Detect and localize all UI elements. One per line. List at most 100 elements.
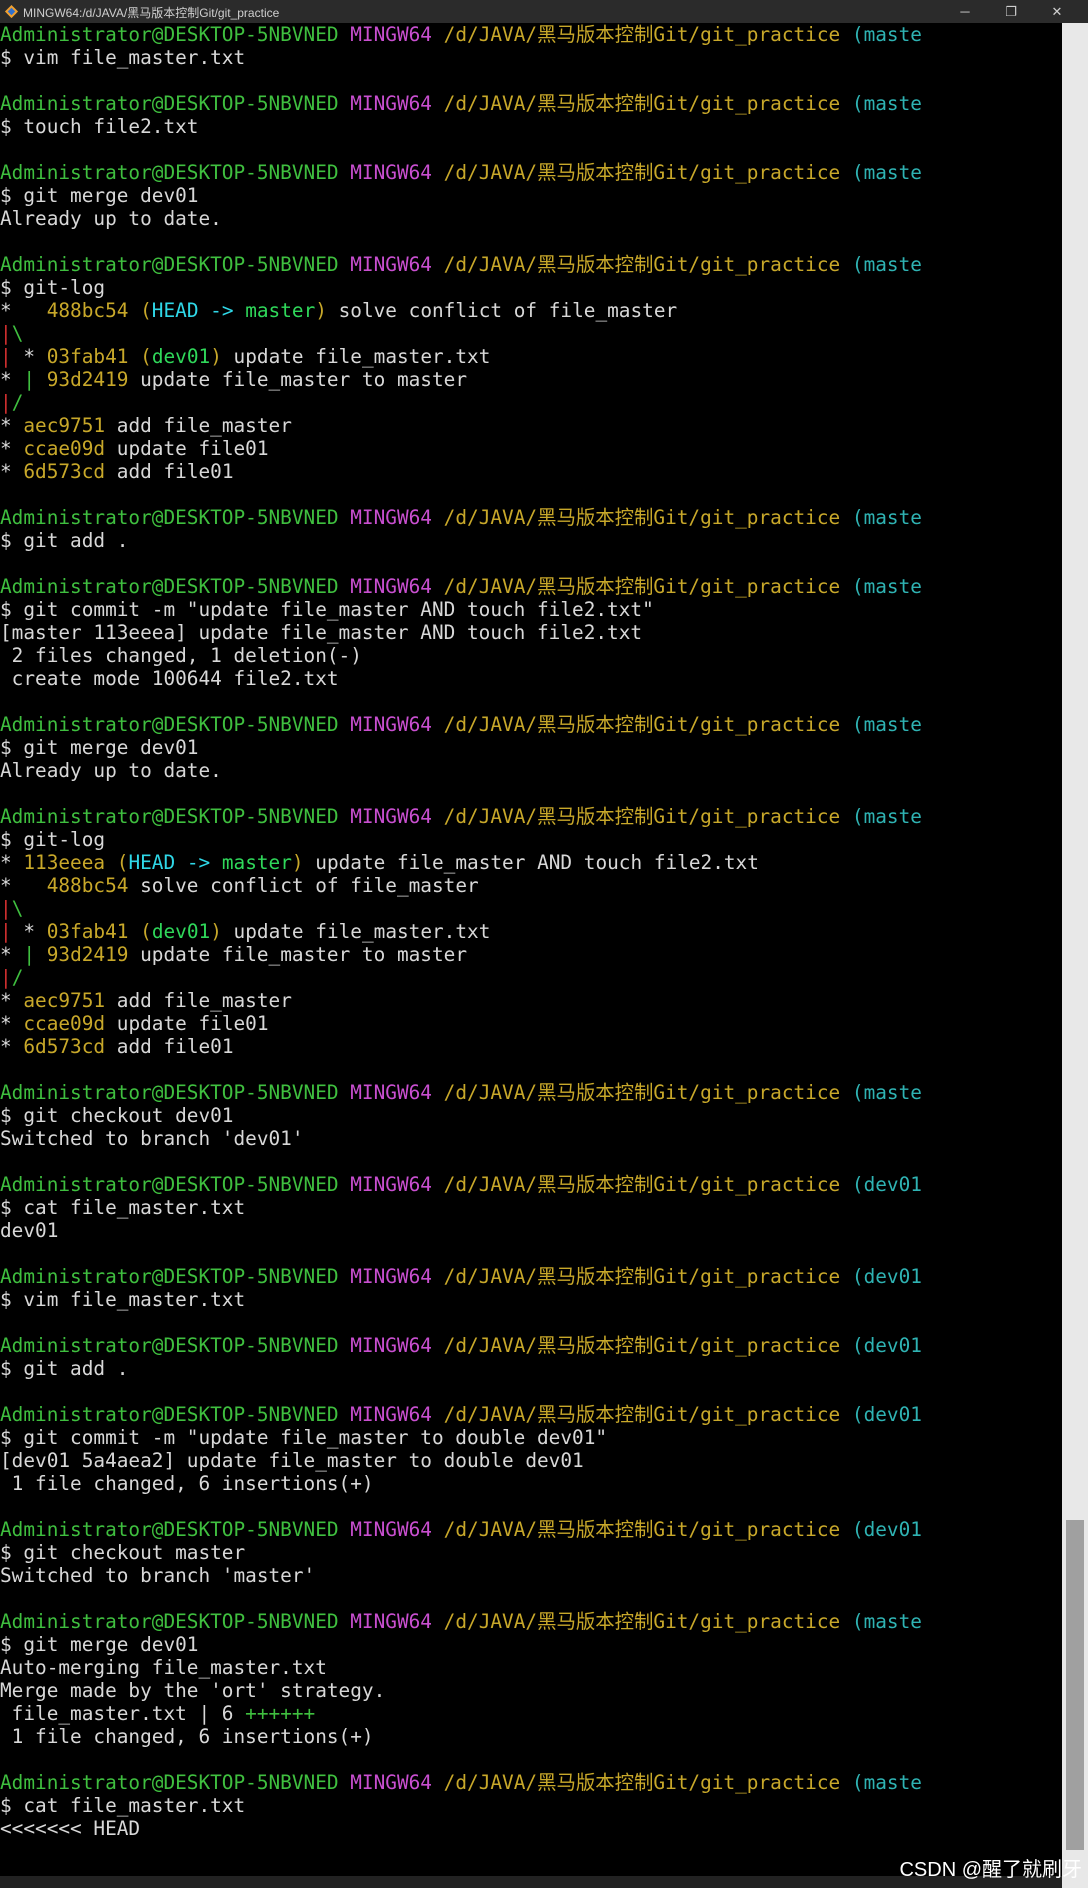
log-line: * aec9751 add file_master xyxy=(0,989,1062,1012)
ref-paren: ) xyxy=(291,851,304,874)
scrollbar-thumb[interactable] xyxy=(1066,1520,1084,1850)
prompt-branch: (maste xyxy=(851,805,922,828)
prompt-line: Administrator@DESKTOP-5NBVNED MINGW64 /d… xyxy=(0,506,1062,529)
prompt-env: MINGW64 xyxy=(350,92,432,115)
prompt-branch: (maste xyxy=(851,161,922,184)
output-line: [master 113eeea] update file_master AND … xyxy=(0,621,643,644)
commit-hash: 93d2419 xyxy=(46,943,129,966)
log-line: * 488bc54 solve conflict of file_master xyxy=(0,874,1062,897)
prompt-line: Administrator@DESKTOP-5NBVNED MINGW64 /d… xyxy=(0,92,1062,115)
commit-message: update file_master.txt xyxy=(221,920,491,943)
prompt-branch: (maste xyxy=(851,92,922,115)
prompt-branch: (dev01 xyxy=(851,1265,922,1288)
log-graph-line: |\ xyxy=(0,322,1062,345)
log-graph-line: |/ xyxy=(0,391,1062,414)
commit-message: add file01 xyxy=(105,1035,234,1058)
commit-hash: 488bc54 xyxy=(46,299,129,322)
prompt-line: Administrator@DESKTOP-5NBVNED MINGW64 /d… xyxy=(0,1081,1062,1104)
output-line: $ git merge dev01 xyxy=(0,184,199,207)
ref-paren: ( xyxy=(128,299,152,322)
output-line: $ vim file_master.txt xyxy=(0,1288,246,1311)
ref-paren: ( xyxy=(128,920,152,943)
window-title: MINGW64:/d/JAVA/黑马版本控制Git/git_practice xyxy=(23,6,280,20)
commit-hash: 113eeea xyxy=(23,851,106,874)
maximize-button[interactable]: ❐ xyxy=(988,0,1034,23)
branch-ref: dev01 xyxy=(151,920,211,943)
close-button[interactable]: ✕ xyxy=(1034,0,1080,23)
prompt-path: /d/JAVA/黑马版本控制Git/git_practice xyxy=(443,1403,841,1426)
diffstat-file: file_master.txt | 6 xyxy=(0,1702,246,1725)
prompt-user: Administrator@DESKTOP-5NBVNED xyxy=(0,161,339,184)
prompt-path: /d/JAVA/黑马版本控制Git/git_practice xyxy=(443,253,841,276)
prompt-branch: (dev01 xyxy=(851,1403,922,1426)
output-line: Switched to branch 'master' xyxy=(0,1564,316,1587)
commit-hash: 03fab41 xyxy=(46,345,129,368)
output-line: 1 file changed, 6 insertions(+) xyxy=(0,1472,374,1495)
log-graph: * xyxy=(0,299,47,322)
log-graph: * xyxy=(0,437,24,460)
prompt-user: Administrator@DESKTOP-5NBVNED xyxy=(0,1771,339,1794)
window-titlebar: MINGW64:/d/JAVA/黑马版本控制Git/git_practice ─… xyxy=(0,0,1088,23)
ref-paren: ) xyxy=(210,920,222,943)
commit-hash: 488bc54 xyxy=(46,874,129,897)
prompt-line: Administrator@DESKTOP-5NBVNED MINGW64 /d… xyxy=(0,1334,1062,1357)
commit-hash: 93d2419 xyxy=(46,368,129,391)
prompt-branch: (dev01 xyxy=(851,1173,922,1196)
prompt-env: MINGW64 xyxy=(350,1265,432,1288)
prompt-line: Administrator@DESKTOP-5NBVNED MINGW64 /d… xyxy=(0,1771,1062,1794)
prompt-user: Administrator@DESKTOP-5NBVNED xyxy=(0,1265,339,1288)
log-line: * | 93d2419 update file_master to master xyxy=(0,368,1062,391)
diffstat-additions: ++++++ xyxy=(245,1702,316,1725)
log-graph: * xyxy=(0,943,24,966)
minimize-button[interactable]: ─ xyxy=(942,0,988,23)
prompt-path: /d/JAVA/黑马版本控制Git/git_practice xyxy=(443,23,841,46)
commit-hash: 03fab41 xyxy=(46,920,129,943)
commit-message: update file_master.txt xyxy=(221,345,491,368)
log-graph: * xyxy=(23,345,47,368)
prompt-line: Administrator@DESKTOP-5NBVNED MINGW64 /d… xyxy=(0,253,1062,276)
output-line: create mode 100644 file2.txt xyxy=(0,667,339,690)
prompt-env: MINGW64 xyxy=(350,253,432,276)
terminal-output[interactable]: Administrator@DESKTOP-5NBVNED MINGW64 /d… xyxy=(0,23,1062,1888)
output-line: Already up to date. xyxy=(0,207,222,230)
log-graph: * xyxy=(0,460,24,483)
prompt-env: MINGW64 xyxy=(350,1403,432,1426)
log-line: | * 03fab41 (dev01) update file_master.t… xyxy=(0,345,1062,368)
ref-paren: ) xyxy=(210,345,222,368)
graph-red-branch: | xyxy=(0,391,12,414)
prompt-branch: (maste xyxy=(851,506,922,529)
prompt-path: /d/JAVA/黑马版本控制Git/git_practice xyxy=(443,1081,841,1104)
graph-green-branch: \ xyxy=(11,322,24,345)
prompt-branch: (maste xyxy=(851,1610,922,1633)
log-graph: * xyxy=(0,851,24,874)
prompt-user: Administrator@DESKTOP-5NBVNED xyxy=(0,1173,339,1196)
prompt-line: Administrator@DESKTOP-5NBVNED MINGW64 /d… xyxy=(0,23,1062,46)
prompt-path: /d/JAVA/黑马版本控制Git/git_practice xyxy=(443,805,841,828)
output-line: $ git merge dev01 xyxy=(0,736,199,759)
commit-message: update file_master to master xyxy=(128,943,468,966)
commit-hash: 6d573cd xyxy=(23,460,106,483)
graph-green-branch: / xyxy=(11,966,24,989)
prompt-branch: (dev01 xyxy=(851,1334,922,1357)
prompt-env: MINGW64 xyxy=(350,161,432,184)
prompt-user: Administrator@DESKTOP-5NBVNED xyxy=(0,23,339,46)
log-line: * 488bc54 (HEAD -> master) solve conflic… xyxy=(0,299,1062,322)
prompt-path: /d/JAVA/黑马版本控制Git/git_practice xyxy=(443,1334,841,1357)
output-line: $ vim file_master.txt xyxy=(0,46,246,69)
prompt-path: /d/JAVA/黑马版本控制Git/git_practice xyxy=(443,161,841,184)
output-line: dev01 xyxy=(0,1219,59,1242)
diffstat-line: file_master.txt | 6 ++++++ xyxy=(0,1702,1062,1725)
branch-ref: dev01 xyxy=(151,345,211,368)
prompt-path: /d/JAVA/黑马版本控制Git/git_practice xyxy=(443,713,841,736)
head-ref: HEAD -> xyxy=(128,851,222,874)
prompt-user: Administrator@DESKTOP-5NBVNED xyxy=(0,1403,339,1426)
prompt-branch: (maste xyxy=(851,575,922,598)
prompt-user: Administrator@DESKTOP-5NBVNED xyxy=(0,713,339,736)
output-line: $ git add . xyxy=(0,529,129,552)
